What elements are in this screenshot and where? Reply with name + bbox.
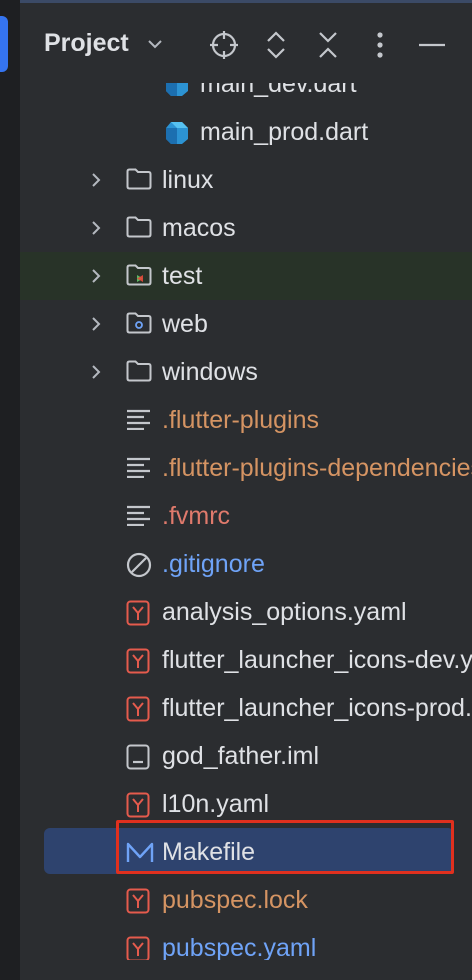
text-file-icon xyxy=(126,456,152,480)
highlight-box xyxy=(116,820,454,874)
tree-item-label: .flutter-plugins-dependencies xyxy=(162,454,472,482)
tree-item-label: test xyxy=(162,262,203,290)
more-options-icon[interactable] xyxy=(364,29,396,61)
yaml-file-icon xyxy=(126,648,152,674)
tree-item-fvmrc[interactable]: .fvmrc xyxy=(20,492,472,540)
chevron-right-icon[interactable] xyxy=(88,364,104,380)
expand-collapse-icon[interactable] xyxy=(260,29,292,61)
dart-file-icon xyxy=(164,120,190,144)
tree-item-web[interactable]: web xyxy=(20,300,472,348)
tool-window-strip xyxy=(0,0,20,980)
tree-item-label: main_prod.dart xyxy=(200,118,369,146)
tree-item-god-father-iml[interactable]: god_father.iml xyxy=(20,732,472,780)
tree-item-label: flutter_launcher_icons-prod.yaml xyxy=(162,694,472,722)
tree-item-flutter-launcher-icons-prod-yaml[interactable]: flutter_launcher_icons-prod.yaml xyxy=(20,684,472,732)
tree-item-label: .gitignore xyxy=(162,550,265,578)
locate-icon[interactable] xyxy=(208,29,240,61)
yaml-file-icon xyxy=(126,936,152,960)
tree-item-windows[interactable]: windows xyxy=(20,348,472,396)
folder-icon xyxy=(126,360,152,384)
tree-item-gitignore[interactable]: .gitignore xyxy=(20,540,472,588)
tree-item-label: god_father.iml xyxy=(162,742,320,770)
tree-item-linux[interactable]: linux xyxy=(20,156,472,204)
tree-item-label: linux xyxy=(162,166,214,194)
tree-item-label: l10n.yaml xyxy=(162,790,269,818)
tree-item-flutter-launcher-icons-dev-yaml[interactable]: flutter_launcher_icons-dev.yaml xyxy=(20,636,472,684)
collapse-all-icon[interactable] xyxy=(312,29,344,61)
tree-item-label: pubspec.lock xyxy=(162,886,308,914)
chevron-down-icon[interactable] xyxy=(146,35,164,53)
panel-header: Project xyxy=(20,3,472,83)
text-file-icon xyxy=(126,408,152,432)
minimize-icon[interactable] xyxy=(416,29,448,61)
tree-item-label: .fvmrc xyxy=(162,502,231,530)
tree-item-label: macos xyxy=(162,214,236,242)
tree-item-label: windows xyxy=(162,358,258,386)
web-folder-icon xyxy=(126,312,152,336)
yaml-file-icon xyxy=(126,792,152,818)
tree-item-pubspec-yaml[interactable]: pubspec.yaml xyxy=(20,924,472,960)
iml-file-icon xyxy=(126,744,152,770)
tree-item-flutter-plugins-dependencies[interactable]: .flutter-plugins-dependencies xyxy=(20,444,472,492)
tree-item-label: pubspec.yaml xyxy=(162,934,317,960)
tree-item-label: flutter_launcher_icons-dev.yaml xyxy=(162,646,472,674)
tree-item-flutter-plugins[interactable]: .flutter-plugins xyxy=(20,396,472,444)
test-folder-icon xyxy=(126,264,152,288)
chevron-right-icon[interactable] xyxy=(88,220,104,236)
bottom-strip xyxy=(20,960,472,980)
chevron-right-icon[interactable] xyxy=(88,172,104,188)
text-file-icon xyxy=(126,504,152,528)
yaml-file-icon xyxy=(126,696,152,722)
tree-item-label: web xyxy=(162,310,208,338)
tree-item-macos[interactable]: macos xyxy=(20,204,472,252)
tree-item-test[interactable]: test xyxy=(20,252,472,300)
tree-item-label: .flutter-plugins xyxy=(162,406,320,434)
chevron-right-icon[interactable] xyxy=(88,316,104,332)
tree-item-label: analysis_options.yaml xyxy=(162,598,407,626)
panel-title[interactable]: Project xyxy=(44,29,129,58)
tree-item-main-prod-dart[interactable]: main_prod.dart xyxy=(20,108,472,156)
yaml-file-icon xyxy=(126,888,152,914)
tree-item-pubspec-lock[interactable]: pubspec.lock xyxy=(20,876,472,924)
yaml-file-icon xyxy=(126,600,152,626)
chevron-right-icon[interactable] xyxy=(88,268,104,284)
active-tool-indicator[interactable] xyxy=(0,16,8,72)
folder-icon xyxy=(126,168,152,192)
folder-icon xyxy=(126,216,152,240)
tree-item-analysis-options-yaml[interactable]: analysis_options.yaml xyxy=(20,588,472,636)
ignore-file-icon xyxy=(126,552,152,578)
